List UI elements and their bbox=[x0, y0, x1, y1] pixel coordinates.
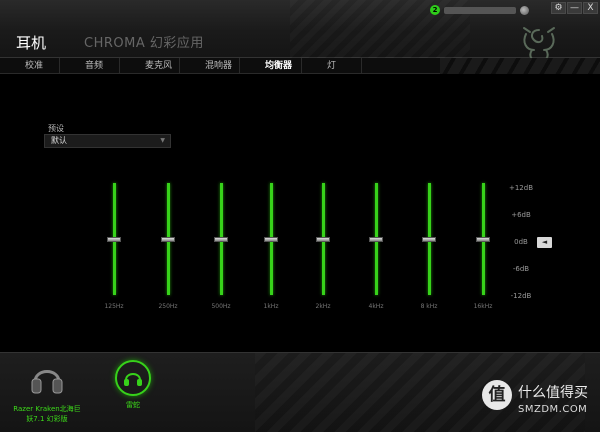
eq-freq-label: 2kHz bbox=[315, 303, 331, 310]
tab-lighting[interactable]: 灯 bbox=[302, 58, 362, 74]
eq-slider-thumb[interactable] bbox=[316, 237, 330, 242]
eq-slider-3[interactable] bbox=[261, 183, 281, 301]
tab-mic[interactable]: 麦克风 bbox=[120, 58, 180, 74]
device-razer-name: 雷蛇 bbox=[126, 401, 140, 409]
eq-slider-thumb[interactable] bbox=[476, 237, 490, 242]
tab-equalizer[interactable]: 均衡器 bbox=[240, 58, 302, 74]
device-headset-name: Razer Kraken北海巨妖7.1 幻彩版 bbox=[13, 405, 81, 423]
db-label-plus6: +6dB bbox=[511, 211, 531, 219]
tab-label: 均衡器 bbox=[265, 61, 293, 71]
eq-slider-7[interactable] bbox=[473, 183, 493, 301]
eq-slider-2[interactable] bbox=[211, 183, 231, 301]
tab-audio[interactable]: 音频 bbox=[60, 58, 120, 74]
watermark: 值 什么值得买 SMZDM.COM bbox=[482, 368, 600, 432]
settings-button[interactable]: ⚙ bbox=[551, 2, 566, 14]
eq-slider-thumb[interactable] bbox=[422, 237, 436, 242]
notification-badge[interactable]: 2 bbox=[430, 5, 440, 15]
eq-slider-5[interactable] bbox=[366, 183, 386, 301]
eq-freq-label: 500Hz bbox=[211, 303, 231, 310]
tab-mixer[interactable]: 混响器 bbox=[180, 58, 240, 74]
eq-slider-6[interactable] bbox=[419, 183, 439, 301]
watermark-text: 什么值得买 bbox=[518, 385, 588, 401]
eq-slider-thumb[interactable] bbox=[161, 237, 175, 242]
tab-calibration[interactable]: 校准 bbox=[0, 58, 60, 74]
tab-label: 混响器 bbox=[205, 61, 233, 71]
device-headset[interactable]: Razer Kraken北海巨妖7.1 幻彩版 bbox=[12, 360, 82, 424]
headset-mini-icon bbox=[124, 373, 142, 386]
watermark-logo-icon: 值 bbox=[482, 380, 512, 410]
eq-slider-thumb[interactable] bbox=[369, 237, 383, 242]
preset-label: 预设 bbox=[48, 124, 64, 133]
tab-label: 校准 bbox=[25, 61, 44, 71]
minimize-button[interactable]: — bbox=[567, 2, 582, 14]
tab-label: 麦克风 bbox=[145, 61, 173, 71]
razer-ring-icon bbox=[115, 360, 151, 396]
account-name-redacted[interactable] bbox=[444, 6, 516, 14]
db-label-minus6: -6dB bbox=[512, 265, 530, 273]
profile-status-icon[interactable] bbox=[520, 5, 529, 15]
reset-zero-button[interactable]: ◄ bbox=[537, 237, 552, 248]
db-label-zero: 0dB bbox=[514, 238, 528, 246]
db-label-plus12: +12dB bbox=[508, 184, 534, 192]
eq-slider-4[interactable] bbox=[313, 183, 333, 301]
db-label-minus12: -12dB bbox=[510, 292, 532, 300]
eq-freq-label: 125Hz bbox=[104, 303, 124, 310]
eq-freq-label: 16kHz bbox=[473, 303, 493, 310]
close-button[interactable]: X bbox=[583, 2, 598, 14]
tab-label: 音频 bbox=[85, 61, 104, 71]
eq-freq-label: 8 kHz bbox=[420, 303, 438, 310]
tab-bar-decoration bbox=[440, 58, 600, 74]
device-razer[interactable]: 雷蛇 bbox=[108, 360, 158, 410]
eq-slider-1[interactable] bbox=[158, 183, 178, 301]
headset-icon bbox=[31, 370, 63, 394]
page-title: 耳机 bbox=[16, 34, 47, 52]
eq-slider-thumb[interactable] bbox=[107, 237, 121, 242]
preset-dropdown[interactable]: 默认 ▼ bbox=[44, 134, 171, 148]
tab-label: 灯 bbox=[327, 61, 337, 71]
window-controls: ⚙ — X bbox=[551, 2, 598, 14]
chevron-down-icon: ▼ bbox=[160, 137, 165, 144]
eq-slider-thumb[interactable] bbox=[264, 237, 278, 242]
watermark-domain: SMZDM.COM bbox=[518, 404, 588, 415]
eq-freq-label: 4kHz bbox=[368, 303, 384, 310]
account-area[interactable]: 2 bbox=[430, 4, 529, 16]
eq-slider-0[interactable] bbox=[104, 183, 124, 301]
page-subtitle[interactable]: CHROMA 幻彩应用 bbox=[84, 37, 204, 50]
eq-slider-thumb[interactable] bbox=[214, 237, 228, 242]
eq-freq-label: 250Hz bbox=[158, 303, 178, 310]
preset-value: 默认 bbox=[51, 136, 67, 145]
eq-freq-label: 1kHz bbox=[263, 303, 279, 310]
